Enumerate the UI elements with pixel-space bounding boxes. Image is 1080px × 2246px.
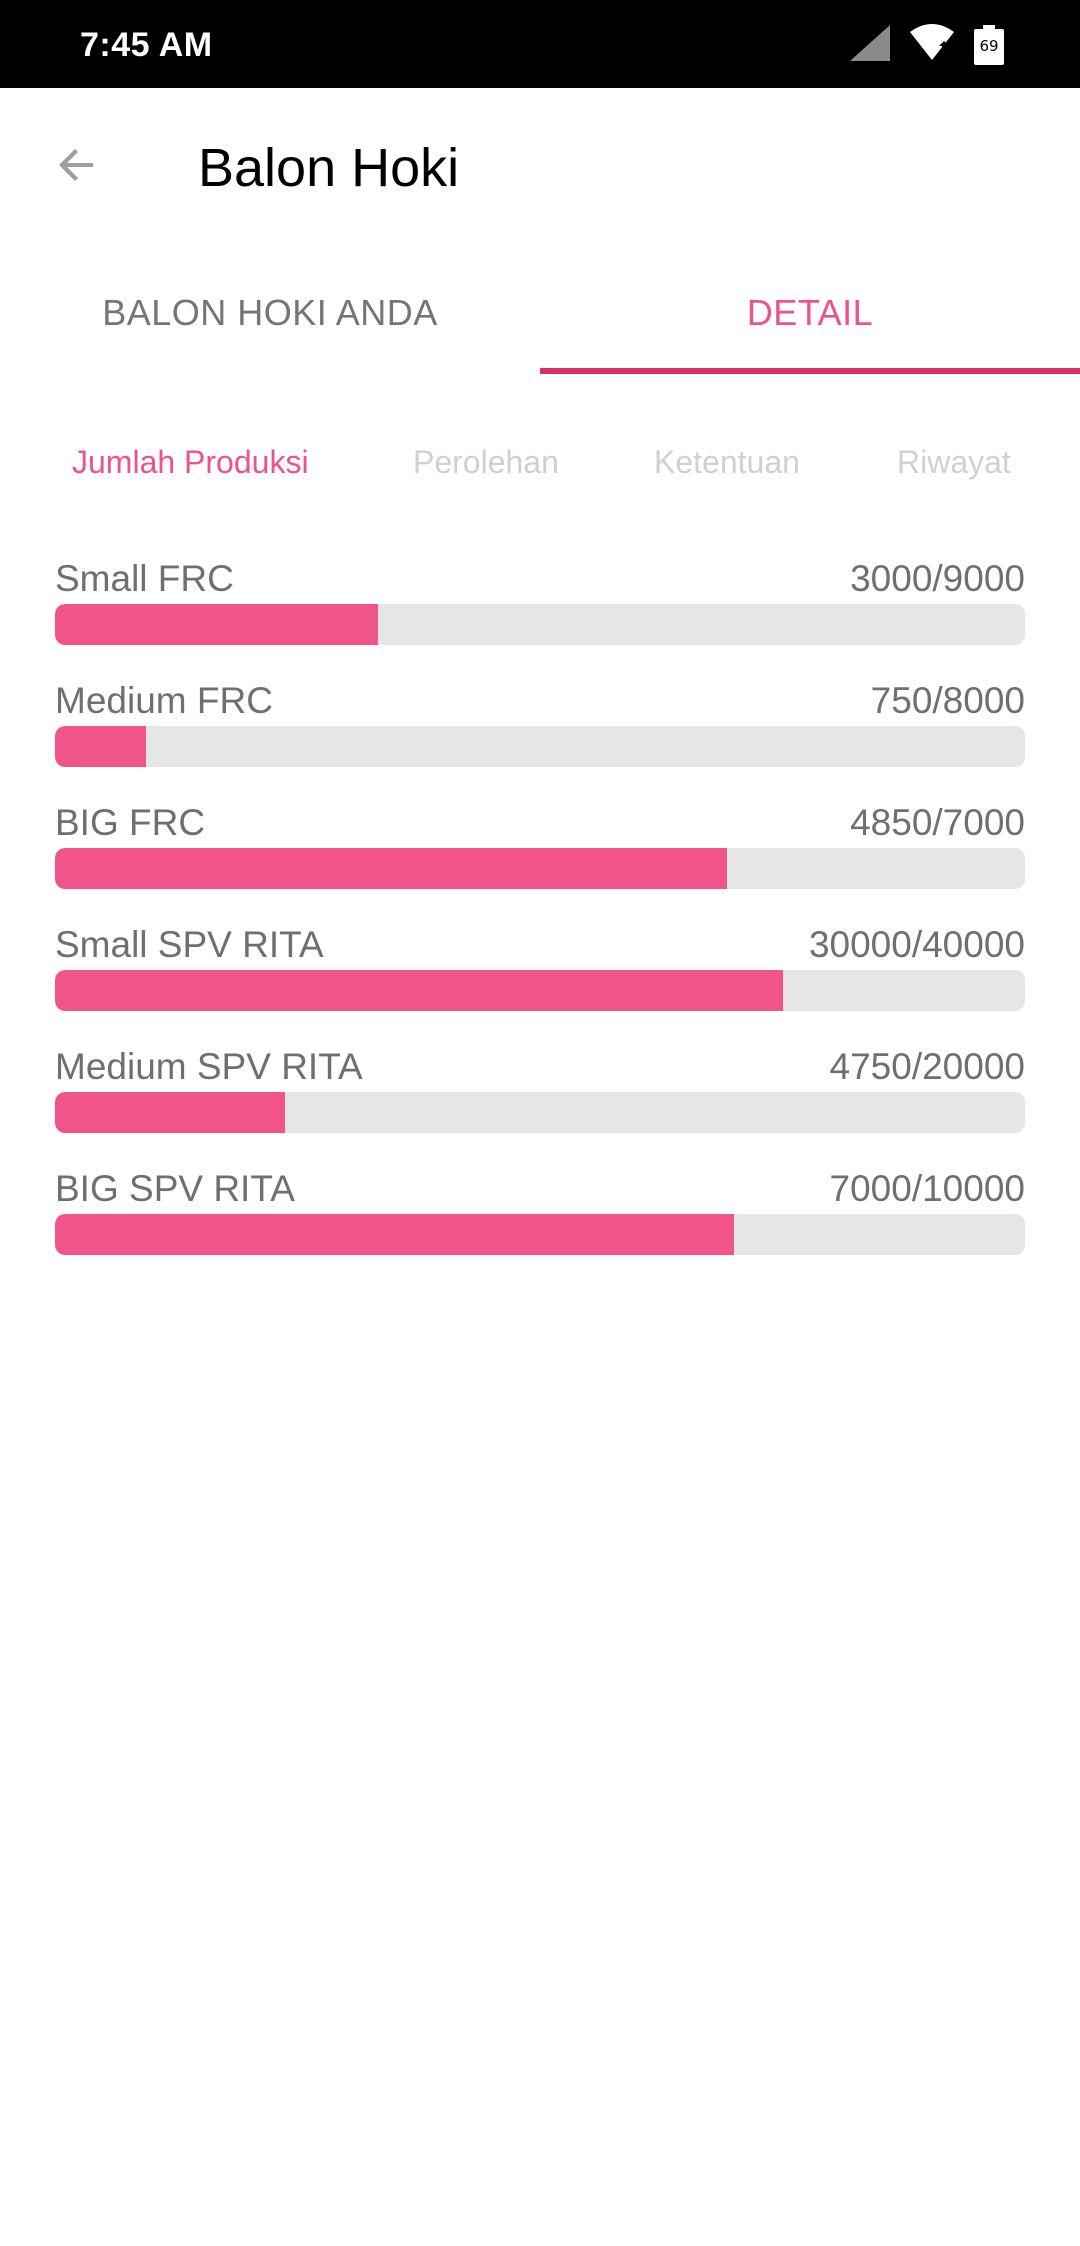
progress-fill (55, 726, 146, 767)
progress-value: 750/8000 (870, 680, 1025, 721)
progress-track (55, 1092, 1025, 1133)
progress-value: 30000/40000 (808, 924, 1025, 965)
status-bar: 7:45 AM 69 (0, 0, 1080, 88)
progress-value: 7000/10000 (829, 1168, 1025, 1209)
progress-item-small-spv-rita: Small SPV RITA 30000/40000 (55, 921, 1025, 1043)
progress-label: BIG SPV RITA (55, 1168, 295, 1209)
progress-item-big-frc: BIG FRC 4850/7000 (55, 799, 1025, 921)
subtab-riwayat[interactable]: Riwayat (897, 444, 1011, 481)
progress-item-small-frc: Small FRC 3000/9000 (55, 555, 1025, 677)
production-progress-list: Small FRC 3000/9000 Medium FRC 750/8000 … (55, 555, 1025, 1287)
battery-level: 69 (979, 37, 999, 55)
main-tabs: BALON HOKI ANDA DETAIL (0, 250, 1080, 376)
progress-fill (55, 1092, 286, 1133)
progress-label: Small SPV RITA (55, 924, 324, 965)
progress-track (55, 1214, 1025, 1255)
status-icons: 69 (850, 23, 1004, 67)
progress-track (55, 970, 1025, 1011)
progress-track (55, 726, 1025, 767)
arrow-back-icon (53, 141, 101, 194)
progress-fill (55, 970, 783, 1011)
progress-label: Medium FRC (55, 680, 273, 721)
progress-track (55, 848, 1025, 889)
app-bar: Balon Hoki (0, 88, 1080, 248)
progress-fill (55, 848, 728, 889)
progress-fill (55, 1214, 734, 1255)
back-button[interactable] (40, 130, 114, 204)
page-title: Balon Hoki (198, 138, 460, 198)
subtab-jumlah-produksi[interactable]: Jumlah Produksi (72, 444, 309, 481)
progress-track (55, 604, 1025, 645)
progress-value: 4850/7000 (850, 802, 1025, 843)
wifi-icon (908, 23, 956, 67)
battery-icon: 69 (974, 25, 1004, 65)
progress-item-medium-frc: Medium FRC 750/8000 (55, 677, 1025, 799)
progress-value: 3000/9000 (850, 558, 1025, 599)
tab-detail[interactable]: DETAIL (540, 250, 1080, 376)
progress-fill (55, 604, 379, 645)
tab-balon-hoki-anda[interactable]: BALON HOKI ANDA (0, 250, 540, 376)
progress-label: Small FRC (55, 558, 234, 599)
status-time: 7:45 AM (80, 26, 213, 64)
progress-label: Medium SPV RITA (55, 1046, 363, 1087)
progress-item-big-spv-rita: BIG SPV RITA 7000/10000 (55, 1165, 1025, 1287)
progress-label: BIG FRC (55, 802, 206, 843)
subtab-perolehan[interactable]: Perolehan (413, 444, 559, 481)
progress-item-medium-spv-rita: Medium SPV RITA 4750/20000 (55, 1043, 1025, 1165)
tab-indicator (540, 368, 1080, 374)
signal-icon (850, 24, 890, 66)
sub-tabs: Jumlah Produksi Perolehan Ketentuan Riwa… (0, 430, 1080, 500)
subtab-ketentuan[interactable]: Ketentuan (654, 444, 800, 481)
progress-value: 4750/20000 (829, 1046, 1025, 1087)
